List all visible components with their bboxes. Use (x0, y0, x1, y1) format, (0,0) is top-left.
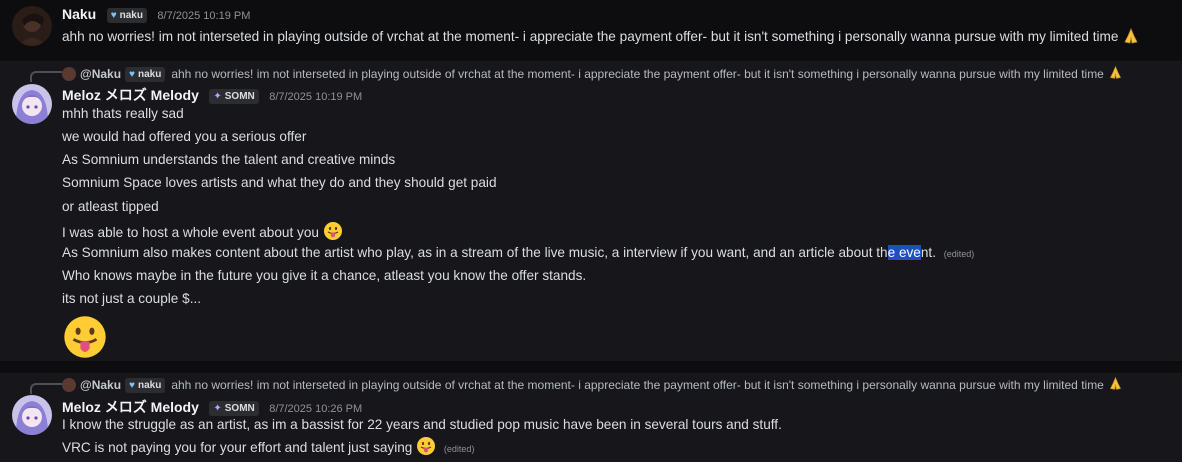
message-text: ahh no worries! im not interseted in pla… (62, 27, 1140, 48)
heart-icon: ♥ (129, 68, 135, 80)
tongue-face-icon (323, 221, 343, 244)
sparkle-icon: ✦ (213, 91, 222, 102)
message-line: or atleast tipped (62, 199, 159, 214)
reply-text: ahh no worries! im not interseted in pla… (171, 67, 1104, 81)
message-line: Somnium Space loves artists and what the… (62, 175, 497, 190)
heart-icon: ♥ (110, 10, 117, 21)
tag-label: naku (119, 10, 143, 21)
folded-hands-icon (1122, 27, 1140, 48)
message-meloz-2: @Naku ♥ naku ahh no worries! im not inte… (0, 373, 1182, 462)
reply-preview[interactable]: @Naku ♥ naku ahh no worries! im not inte… (62, 65, 1123, 83)
message-naku: Naku ♥ naku 8/7/2025 10:19 PM ahh no wor… (0, 0, 1182, 60)
message-line: VRC is not paying you for your effort an… (62, 436, 474, 459)
avatar[interactable] (12, 6, 52, 46)
author-name[interactable]: Naku (62, 6, 96, 22)
server-tag[interactable]: ✦ SOMN (209, 401, 259, 416)
author-name[interactable]: Meloz メロズ Melody (62, 87, 199, 103)
timestamp: 8/7/2025 10:19 PM (157, 10, 251, 22)
message-line: I was able to host a whole event about y… (62, 221, 343, 244)
message-line: mhh thats really sad (62, 106, 184, 121)
message-line: As Somnium also makes content about the … (62, 245, 975, 260)
user-tag: ♥ naku (125, 66, 166, 82)
avatar[interactable] (12, 84, 52, 124)
message-line: I know the struggle as an artist, as im … (62, 417, 782, 432)
message-line: Who knows maybe in the future you give i… (62, 268, 587, 283)
server-tag[interactable]: ✦ SOMN (209, 89, 259, 104)
reply-connector (30, 71, 62, 82)
edited-label: (edited) (443, 444, 475, 454)
heart-icon: ♥ (129, 379, 135, 391)
tongue-face-icon (62, 314, 108, 365)
folded-hands-icon (1108, 376, 1123, 394)
tag-label: naku (137, 68, 162, 80)
message-line: its not just a couple $... (62, 291, 202, 306)
edited-label: (edited) (943, 249, 975, 259)
reply-connector (30, 383, 62, 394)
timestamp: 8/7/2025 10:26 PM (269, 403, 363, 415)
avatar (62, 378, 76, 392)
reply-preview[interactable]: @Naku ♥ naku ahh no worries! im not inte… (62, 376, 1123, 394)
user-tag[interactable]: ♥ naku (106, 8, 147, 23)
folded-hands-icon (1108, 65, 1123, 83)
message-line: As Somnium understands the talent and cr… (62, 152, 396, 167)
message-meloz-1: @Naku ♥ naku ahh no worries! im not inte… (0, 61, 1182, 361)
avatar (62, 67, 76, 81)
timestamp: 8/7/2025 10:19 PM (269, 91, 363, 103)
selected-text: e eve (887, 245, 921, 260)
user-tag: ♥ naku (125, 377, 166, 393)
reply-text: ahh no worries! im not interseted in pla… (171, 378, 1104, 392)
tag-label: SOMN (224, 91, 255, 102)
tag-label: SOMN (224, 403, 255, 414)
tag-label: naku (137, 379, 162, 391)
author-name[interactable]: Meloz メロズ Melody (62, 399, 199, 415)
sparkle-icon: ✦ (213, 403, 222, 414)
avatar[interactable] (12, 395, 52, 435)
reply-author[interactable]: @Naku (80, 378, 121, 392)
message-line: we would had offered you a serious offer (62, 129, 307, 144)
reply-author[interactable]: @Naku (80, 67, 121, 81)
tongue-face-icon (416, 436, 436, 459)
